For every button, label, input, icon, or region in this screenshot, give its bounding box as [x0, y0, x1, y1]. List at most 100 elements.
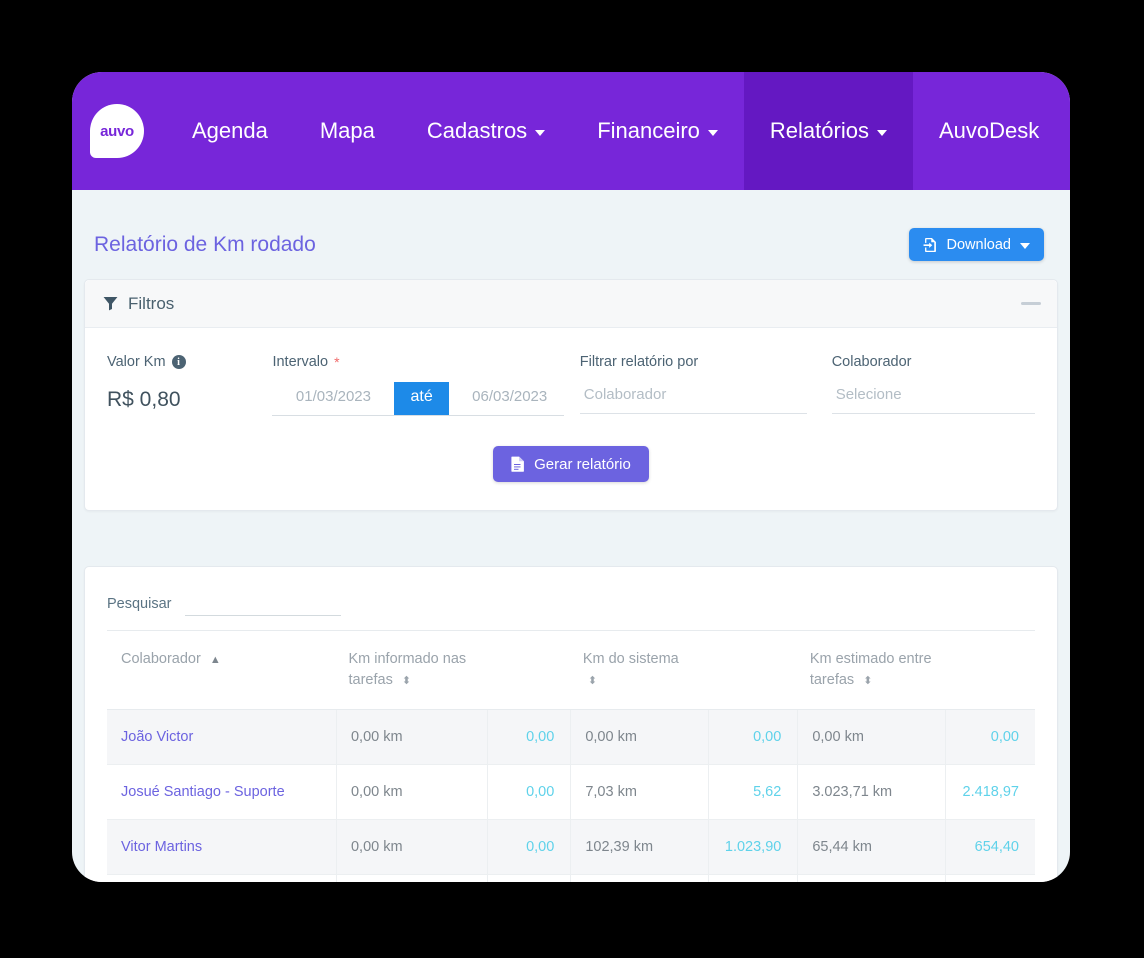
info-icon[interactable]: i [172, 355, 186, 369]
column-header-colaborador[interactable]: Colaborador ▲ [107, 631, 336, 710]
nav-label-financeiro: Financeiro [597, 118, 700, 144]
document-icon [511, 456, 525, 472]
column-header-km-sistema[interactable]: Km do sistema ⬍ [571, 631, 708, 710]
column-header-km-estimado[interactable]: Km estimado entre tarefas ⬍ [798, 631, 945, 710]
cell-valor-estimado: 1,14 [945, 875, 1035, 882]
download-button-label: Download [947, 237, 1012, 253]
cell-colaborador: Vitor Martins [107, 820, 336, 875]
cell-km-sistema: 0,00 km [571, 875, 708, 882]
nav-item-auvodesk[interactable]: AuvoDesk [913, 72, 1065, 190]
cell-valor-estimado: 654,40 [945, 820, 1035, 875]
nav-label-mapa: Mapa [320, 118, 375, 144]
nav-item-cadastros[interactable]: Cadastros [401, 72, 571, 190]
cell-valor-sistema: 1.023,90 [708, 820, 798, 875]
table-row[interactable]: Vitor Martins 0,00 km 0,00 102,39 km 1.0… [107, 820, 1035, 875]
colaborador-link[interactable]: Josué Santiago - Suporte [121, 784, 285, 800]
cell-km-estimado: 65,44 km [798, 820, 945, 875]
file-export-icon [923, 237, 938, 253]
table-row[interactable]: João Victor 0,00 km 0,00 0,00 km 0,00 0,… [107, 710, 1035, 765]
search-row: Pesquisar [107, 595, 1035, 616]
table-row[interactable]: Josué Santiago - Suporte 0,00 km 0,00 7,… [107, 765, 1035, 820]
cell-km-sistema: 7,03 km [571, 765, 708, 820]
field-colaborador: Colaborador [832, 354, 1035, 414]
filtrar-por-select[interactable] [580, 382, 807, 414]
nav-label-auvodesk: AuvoDesk [939, 118, 1039, 144]
page-body: Relatório de Km rodado Download Filtros [72, 190, 1070, 882]
cell-valor-sistema: 5,62 [708, 765, 798, 820]
column-header-km-informado[interactable]: Km informado nas tarefas ⬍ [336, 631, 487, 710]
nav-item-mapa[interactable]: Mapa [294, 72, 401, 190]
column-header-valor-informado [488, 631, 571, 710]
cell-valor-informado: 0,00 [488, 820, 571, 875]
cell-colaborador: Eduardo Henrique Melo [107, 875, 336, 882]
intervalo-label: Intervalo [272, 354, 328, 370]
nav-label-relatorios: Relatórios [770, 118, 869, 144]
cell-valor-informado: 0,00 [488, 765, 571, 820]
cell-valor-estimado: 0,00 [945, 710, 1035, 765]
page-header: Relatório de Km rodado Download [84, 190, 1058, 279]
cell-valor-informado: 0,00 [488, 710, 571, 765]
generate-report-row: Gerar relatório [107, 416, 1035, 510]
cell-km-estimado: 3.023,71 km [798, 765, 945, 820]
colaborador-select[interactable] [832, 382, 1035, 414]
nav-item-financeiro[interactable]: Financeiro [571, 72, 744, 190]
generate-report-button[interactable]: Gerar relatório [493, 446, 649, 482]
date-range-control: até [272, 382, 564, 416]
colaborador-link[interactable]: João Victor [121, 729, 193, 745]
download-button[interactable]: Download [909, 228, 1045, 261]
nav-label-cadastros: Cadastros [427, 118, 527, 144]
intervalo-label-group: Intervalo * [272, 354, 579, 370]
field-valor-km: Valor Km i R$ 0,80 [107, 354, 272, 412]
cell-km-informado: 0,00 km [336, 710, 487, 765]
filters-card-header: Filtros [85, 280, 1057, 328]
field-filtrar-relatorio-por: Filtrar relatório por [580, 354, 807, 414]
filtrar-por-label: Filtrar relatório por [580, 354, 807, 370]
search-label: Pesquisar [107, 596, 171, 612]
filter-funnel-icon [103, 296, 118, 311]
cell-km-informado: 0,00 km [336, 765, 487, 820]
page-title: Relatório de Km rodado [94, 233, 316, 257]
cell-valor-estimado: 2.418,97 [945, 765, 1035, 820]
sort-ascending-icon: ▲ [210, 655, 221, 666]
sort-both-icon: ⬍ [863, 676, 872, 687]
valor-km-label-group: Valor Km i [107, 354, 272, 370]
filters-row: Valor Km i R$ 0,80 Intervalo * [107, 354, 1035, 416]
cell-km-estimado: 1,42 km [798, 875, 945, 882]
cell-km-informado: 0,00 km [336, 875, 487, 882]
app-window: auvo Agenda Mapa Cadastros Financeiro Re… [72, 72, 1070, 882]
filters-card-body: Valor Km i R$ 0,80 Intervalo * [85, 328, 1057, 510]
table-header-row: Colaborador ▲ Km informado nas tarefas ⬍… [107, 631, 1035, 710]
nav-item-relatorios[interactable]: Relatórios [744, 72, 913, 190]
collapse-filters-button[interactable] [1021, 302, 1041, 305]
chevron-down-icon [708, 130, 718, 136]
cell-valor-sistema: 0,00 [708, 875, 798, 882]
km-report-table: Colaborador ▲ Km informado nas tarefas ⬍… [107, 630, 1035, 882]
cell-valor-informado: 0,00 [488, 875, 571, 882]
cell-colaborador: Josué Santiago - Suporte [107, 765, 336, 820]
colaborador-link[interactable]: Vitor Martins [121, 839, 202, 855]
date-end-input[interactable] [449, 382, 571, 415]
generate-report-label: Gerar relatório [534, 456, 631, 473]
search-input[interactable] [185, 595, 341, 616]
valor-km-label: Valor Km [107, 354, 166, 370]
logo-text: auvo [100, 123, 134, 140]
column-label-km-sistema: Km do sistema [583, 651, 679, 667]
sort-both-icon: ⬍ [402, 676, 411, 687]
colaborador-label: Colaborador [832, 354, 1035, 370]
table-row[interactable]: Eduardo Henrique Melo 0,00 km 0,00 0,00 … [107, 875, 1035, 882]
chevron-down-icon [877, 130, 887, 136]
date-start-input[interactable] [272, 382, 394, 415]
date-range-separator-button[interactable]: até [394, 382, 448, 415]
results-card: Pesquisar Colaborador ▲ Km informado nas… [84, 566, 1058, 882]
field-intervalo: Intervalo * até [272, 354, 579, 416]
filters-card: Filtros Valor Km i R$ 0,80 [84, 279, 1058, 511]
filters-title: Filtros [128, 294, 174, 314]
table-body: João Victor 0,00 km 0,00 0,00 km 0,00 0,… [107, 710, 1035, 882]
brand-logo[interactable]: auvo [90, 72, 144, 190]
valor-km-value: R$ 0,80 [107, 388, 272, 412]
nav-item-agenda[interactable]: Agenda [166, 72, 294, 190]
auvo-logo-icon: auvo [90, 104, 144, 158]
sort-both-icon: ⬍ [588, 676, 597, 687]
filters-title-group: Filtros [103, 294, 174, 314]
cell-colaborador: João Victor [107, 710, 336, 765]
